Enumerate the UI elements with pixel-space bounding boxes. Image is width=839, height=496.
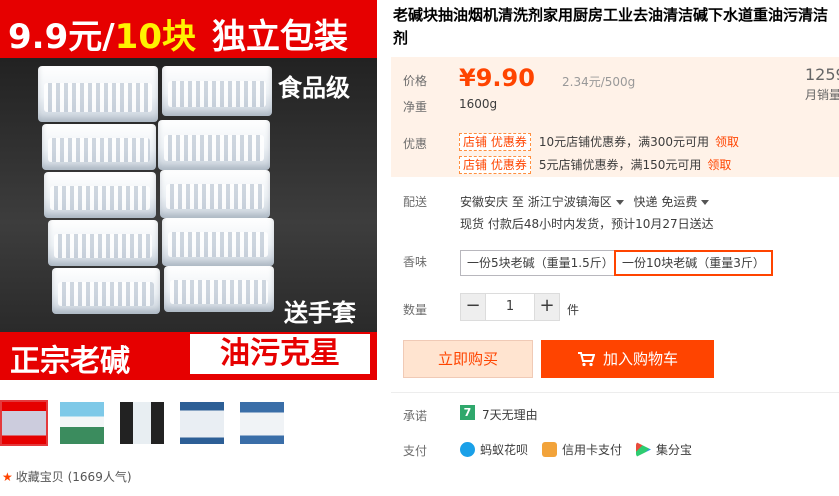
coupon-row: 店铺 优惠券 5元店铺优惠券，满150元可用 领取 (459, 156, 731, 174)
seven-day-return-icon: 7 (460, 405, 475, 420)
payment-label: 支付 (403, 444, 428, 458)
image-top-banner: 9.9元/10块 独立包装 (0, 0, 377, 58)
unit-price: 2.34元/500g (562, 75, 636, 89)
food-grade-tag: 食品级 (278, 74, 350, 102)
thumbnail-2[interactable] (58, 400, 106, 446)
free-gloves-tag: 送手套 (284, 299, 356, 327)
quantity-unit: 件 (567, 303, 580, 317)
thumbnail-1[interactable] (0, 400, 48, 446)
payment-jifenbao: 集分宝 (636, 441, 692, 457)
alkali-block (162, 218, 274, 266)
promo-label: 优惠 (403, 137, 428, 151)
alkali-block (48, 220, 158, 266)
image-bottom-banner: 正宗老碱 油污克星 (0, 332, 377, 380)
banner-bottom-right: 油污克星 (190, 334, 370, 374)
price-label: 价格 (403, 74, 428, 88)
flavor-option-5-blocks[interactable]: 一份5块老碱（重量1.5斤） (460, 250, 621, 276)
favorite-label: 收藏宝贝 (15, 470, 64, 484)
jifenbao-icon (636, 442, 651, 457)
payment-huabei: 蚂蚁花呗 (460, 441, 528, 457)
favorite-link[interactable]: ★ 收藏宝贝 (1669人气) (2, 468, 132, 485)
commitment-label: 承诺 (403, 409, 428, 423)
promotion-box: 优惠 店铺 优惠券 10元店铺优惠券，满300元可用 领取 店铺 优惠券 5元店铺优惠… (391, 121, 839, 177)
favorite-count: (1669人气) (67, 470, 132, 484)
coupon-desc: 5元店铺优惠券，满150元可用 (538, 158, 702, 172)
alkali-block (52, 268, 160, 314)
banner-pack-text: 独立包装 (212, 17, 348, 57)
coupon-row: 店铺 优惠券 10元店铺优惠券，满300元可用 领取 (459, 133, 739, 151)
commitment-text[interactable]: 7天无理由 (482, 406, 538, 423)
alkali-block (42, 124, 156, 170)
claim-coupon-link[interactable]: 领取 (715, 135, 739, 149)
alkali-block (164, 266, 274, 312)
shipping-route: 安徽安庆 至 浙江宁波镇海区 快递 免运费 (460, 193, 715, 210)
shipping-label: 配送 (403, 195, 428, 209)
product-title: 老碱块抽油烟机清洗剂家用厨房工业去油清洁碱下水道重油污清洁剂 (393, 6, 829, 47)
ship-to-word: 至 (511, 195, 524, 209)
flavor-option-10-blocks[interactable]: 一份10块老碱（重量3斤） (614, 250, 773, 276)
alkali-block (158, 120, 270, 170)
weight-label: 净重 (403, 100, 428, 114)
quantity-label: 数量 (403, 303, 428, 317)
banner-bottom-left: 正宗老碱 (10, 344, 130, 379)
banner-price: 9.9元/10块 (8, 17, 196, 57)
chevron-down-icon (615, 200, 624, 205)
quantity-input[interactable]: 1 (486, 293, 534, 321)
payment-credit-card: 信用卡支付 (542, 441, 622, 457)
weight-value: 1600g (459, 97, 498, 111)
alkali-block (38, 66, 158, 122)
alkali-block (44, 172, 156, 218)
coupon-badge: 店铺 优惠券 (459, 156, 531, 174)
ship-to-select[interactable]: 浙江宁波镇海区 (528, 195, 630, 209)
add-to-cart-button[interactable]: 加入购物车 (541, 340, 714, 378)
alkali-block (162, 66, 272, 116)
add-to-cart-label: 加入购物车 (602, 350, 678, 368)
price-value: ¥9.90 (459, 64, 535, 92)
ship-from: 安徽安庆 (460, 195, 509, 209)
thumbnail-3[interactable] (118, 400, 166, 446)
coupon-desc: 10元店铺优惠券，满300元可用 (538, 135, 710, 149)
divider (391, 392, 839, 393)
main-product-image[interactable]: 9.9元/10块 独立包装 食品级 送手套 正宗老碱 油污克星 (0, 0, 377, 380)
shipping-note: 现货 付款后48小时内发货，预计10月27日送达 (460, 217, 714, 231)
flavor-label: 香味 (403, 255, 428, 269)
chevron-down-icon (701, 200, 710, 205)
coupon-badge: 店铺 优惠券 (459, 133, 531, 151)
monthly-sales-count: 1259 (805, 65, 839, 84)
thumbnail-5[interactable] (238, 400, 286, 446)
decrement-button[interactable]: − (460, 293, 486, 321)
thumbnail-4[interactable] (178, 400, 226, 446)
claim-coupon-link[interactable]: 领取 (707, 158, 731, 172)
price-box: 价格 ¥9.90 2.34元/500g 净重 1600g 1259 月销量 (391, 57, 839, 121)
product-page: 9.9元/10块 独立包装 食品级 送手套 正宗老碱 油污克星 ★ 收藏宝贝 (… (0, 0, 839, 496)
monthly-sales-label: 月销量 (805, 88, 839, 102)
delivery-method[interactable]: 快递 免运费 (634, 195, 716, 209)
huabei-icon (460, 442, 475, 457)
credit-card-icon (542, 442, 557, 457)
buy-now-button[interactable]: 立即购买 (403, 340, 533, 378)
alkali-block (160, 170, 270, 218)
cart-icon (577, 352, 596, 367)
star-icon: ★ (2, 470, 13, 484)
increment-button[interactable]: + (534, 293, 560, 321)
